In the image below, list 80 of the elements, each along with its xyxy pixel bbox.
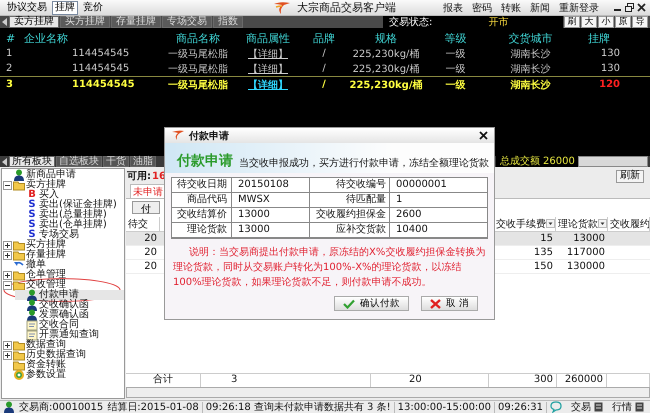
banner-heading: 付款申请 — [177, 152, 233, 170]
table-cell-text: 13000 — [572, 233, 606, 244]
table-cell-text: 1 — [6, 48, 14, 59]
column-header: 交货城市 — [508, 30, 554, 46]
field-value: 2600 — [390, 208, 487, 223]
letter-icon: S — [26, 200, 38, 210]
table-cell-text: 20 — [143, 233, 158, 244]
field-value: 20150108 — [232, 178, 310, 193]
field-value: MWSX — [232, 193, 310, 208]
column-header: 商品名称 — [175, 30, 221, 46]
table-cell-text: 一级马尾松脂 — [167, 62, 229, 76]
field-label: 交收结算价 — [172, 208, 232, 223]
column-header: 挂牌 — [587, 30, 611, 46]
table-cell-text: 湖南长沙 — [510, 62, 552, 76]
total-label: 总成交额 — [500, 156, 540, 167]
table-cell-text: / — [321, 48, 327, 59]
trade-status-label: 交易状态: — [389, 16, 432, 29]
table-cell-text: / — [321, 63, 327, 74]
table-cell-text: 20 — [143, 247, 158, 258]
column-header-text: 待交 — [128, 218, 148, 230]
trading-session: 13:00:00-15:00:00 — [398, 402, 492, 412]
field-value: 00000001 — [390, 178, 487, 193]
table-cell-text: 15 — [539, 233, 554, 244]
field-label: 应补交货款 — [310, 223, 390, 238]
letter-icon: S — [26, 220, 38, 230]
letter-icon: S — [26, 210, 38, 220]
column-header-text: 交收手续费 — [496, 218, 546, 230]
table-cell-text: 120 — [598, 79, 620, 90]
dialog-title: 付款申请 — [189, 130, 229, 142]
table-cell-text: 一级 — [444, 48, 466, 60]
table-cell-text: 一级马尾松脂 — [167, 78, 229, 92]
letter-icon: B — [26, 190, 38, 200]
table-cell-text: 2 — [6, 63, 14, 74]
table-cell-text: 135 — [532, 247, 554, 258]
table-cell-text: 114454545 — [71, 48, 130, 59]
column-header: 品牌 — [312, 30, 336, 46]
table-cell-text: 20 — [143, 261, 158, 272]
column-header: 商品属性 — [245, 30, 291, 46]
field-label: 待匹配量 — [310, 193, 390, 208]
column-header-text: 理论货款 — [558, 218, 598, 230]
column-header: # — [6, 32, 16, 44]
settlement-date: 结算日:2015-01-08 — [107, 400, 199, 413]
table-cell-text: 225,230kg/桶 — [352, 48, 420, 60]
field-label: 待交收编号 — [310, 178, 390, 193]
column-header: 等级 — [444, 30, 468, 46]
banner-subtitle: 当交收申报成功，买方进行付款申请，冻结全额理论货款 — [239, 156, 489, 170]
field-label: 交收履约担保金 — [310, 208, 390, 223]
field-value: 1 — [390, 193, 487, 208]
table-cell-text: 117000 — [566, 247, 606, 258]
trader-id: 交易商:00010015 — [19, 400, 104, 413]
table-cell-text: 130 — [600, 48, 620, 59]
table-cell-text: 114454545 — [71, 63, 130, 74]
table-cell-text: 130 — [600, 63, 620, 74]
column-header: 规格 — [374, 30, 398, 46]
table-cell-text: 150 — [532, 261, 554, 272]
field-value: 13000 — [232, 208, 310, 223]
table-cell-text: 3 — [6, 79, 14, 90]
table-cell-text: 114454545 — [71, 79, 136, 90]
field-value: 13000 — [232, 223, 310, 238]
table-cell-text: 一级 — [444, 78, 466, 92]
table-cell-text: 130000 — [566, 261, 606, 272]
status-message: 09:26:18 查询未付款申请数据共有 3 条! — [206, 400, 391, 413]
field-label: 商品代码 — [172, 193, 232, 208]
available-label: 可用: — [127, 170, 151, 183]
table-cell-text: 一级马尾松脂 — [167, 48, 229, 60]
table-cell-text: 225,230kg/桶 — [352, 62, 420, 76]
field-label: 待交收日期 — [172, 178, 232, 193]
trade-status-value: 开市 — [488, 16, 508, 29]
table-cell-text: 225,230kg/桶 — [348, 78, 424, 92]
field-value: 10400 — [390, 223, 487, 238]
table-cell-text: 湖南长沙 — [510, 78, 552, 92]
table-cell-text: 湖南长沙 — [510, 48, 552, 60]
letter-icon: S — [26, 230, 38, 240]
column-header: 企业名称 — [24, 30, 69, 46]
table-cell-text: 一级 — [444, 62, 466, 76]
total-value: 26000 — [543, 156, 575, 167]
table-cell-text: / — [321, 79, 327, 90]
clock-time: 09:26:31 — [498, 402, 543, 412]
field-label: 理论货款 — [172, 223, 232, 238]
window-title: 大宗商品交易客户端 — [297, 0, 396, 15]
